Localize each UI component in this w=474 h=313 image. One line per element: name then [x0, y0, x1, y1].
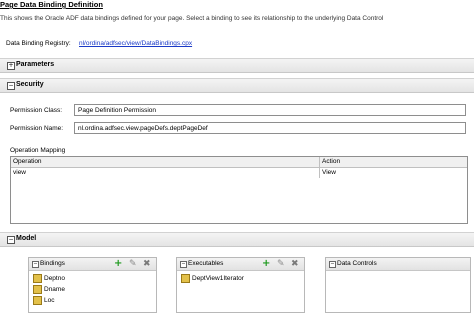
column-header-operation[interactable]: Operation: [13, 158, 42, 165]
collapse-icon[interactable]: −: [7, 236, 15, 244]
edit-icon[interactable]: ✎: [129, 258, 137, 270]
section-security-label: Security: [16, 81, 44, 88]
column-header-action[interactable]: Action: [322, 158, 340, 165]
collapse-icon[interactable]: −: [7, 82, 15, 90]
edit-icon[interactable]: ✎: [277, 258, 285, 270]
table-header: Operation Action: [11, 157, 467, 168]
collapse-icon[interactable]: −: [180, 261, 187, 268]
list-item[interactable]: Loc: [33, 296, 54, 305]
attribute-binding-icon: [33, 285, 42, 294]
add-icon[interactable]: +: [114, 258, 122, 270]
row-action[interactable]: View: [322, 169, 336, 176]
executables-panel-header: − Executables + ✎ ✖: [177, 258, 304, 271]
operation-mapping-table[interactable]: Operation Action view View: [10, 156, 468, 224]
row-operation[interactable]: view: [13, 169, 26, 176]
collapse-icon[interactable]: −: [329, 261, 336, 268]
section-model[interactable]: − Model: [0, 232, 474, 247]
bindings-panel: − Bindings + ✎ ✖ Deptno Dname Loc: [28, 257, 157, 313]
attribute-binding-icon: [33, 274, 42, 283]
section-model-label: Model: [16, 235, 37, 242]
list-item[interactable]: Deptno: [33, 274, 65, 283]
collapse-icon[interactable]: −: [32, 261, 39, 268]
delete-icon[interactable]: ✖: [291, 258, 299, 270]
executables-panel: − Executables + ✎ ✖ DeptView1Iterator: [176, 257, 305, 313]
permission-name-field[interactable]: nl.ordina.adfsec.view.pageDefs.deptPageD…: [74, 122, 466, 134]
iterator-icon: [181, 274, 190, 283]
permission-class-label: Permission Class:: [10, 107, 63, 114]
operation-mapping-label: Operation Mapping: [10, 147, 66, 154]
registry-link[interactable]: nl/ordina/adfsec/view/DataBindings.cpx: [79, 40, 192, 47]
column-divider: [319, 157, 320, 178]
list-item[interactable]: Dname: [33, 285, 65, 294]
section-parameters[interactable]: + Parameters: [0, 58, 474, 73]
permission-class-field[interactable]: Page Definition Permission: [74, 104, 466, 116]
data-controls-panel-header: − Data Controls: [326, 258, 470, 271]
page-title: Page Data Binding Definition: [0, 0, 103, 9]
page-description: This shows the Oracle ADF data bindings …: [0, 15, 384, 22]
list-item[interactable]: DeptView1Iterator: [181, 274, 244, 283]
bindings-title: Bindings: [40, 260, 65, 267]
bindings-panel-header: − Bindings + ✎ ✖: [29, 258, 156, 271]
delete-icon[interactable]: ✖: [143, 258, 151, 270]
registry-label: Data Binding Registry:: [6, 40, 71, 47]
section-security[interactable]: − Security: [0, 78, 474, 93]
expand-icon[interactable]: +: [7, 62, 15, 70]
permission-name-label: Permission Name:: [10, 125, 64, 132]
data-controls-panel: − Data Controls: [325, 257, 471, 313]
data-controls-title: Data Controls: [337, 260, 377, 267]
add-icon[interactable]: +: [262, 258, 270, 270]
executables-title: Executables: [188, 260, 224, 267]
section-parameters-label: Parameters: [16, 61, 55, 68]
attribute-binding-icon: [33, 296, 42, 305]
